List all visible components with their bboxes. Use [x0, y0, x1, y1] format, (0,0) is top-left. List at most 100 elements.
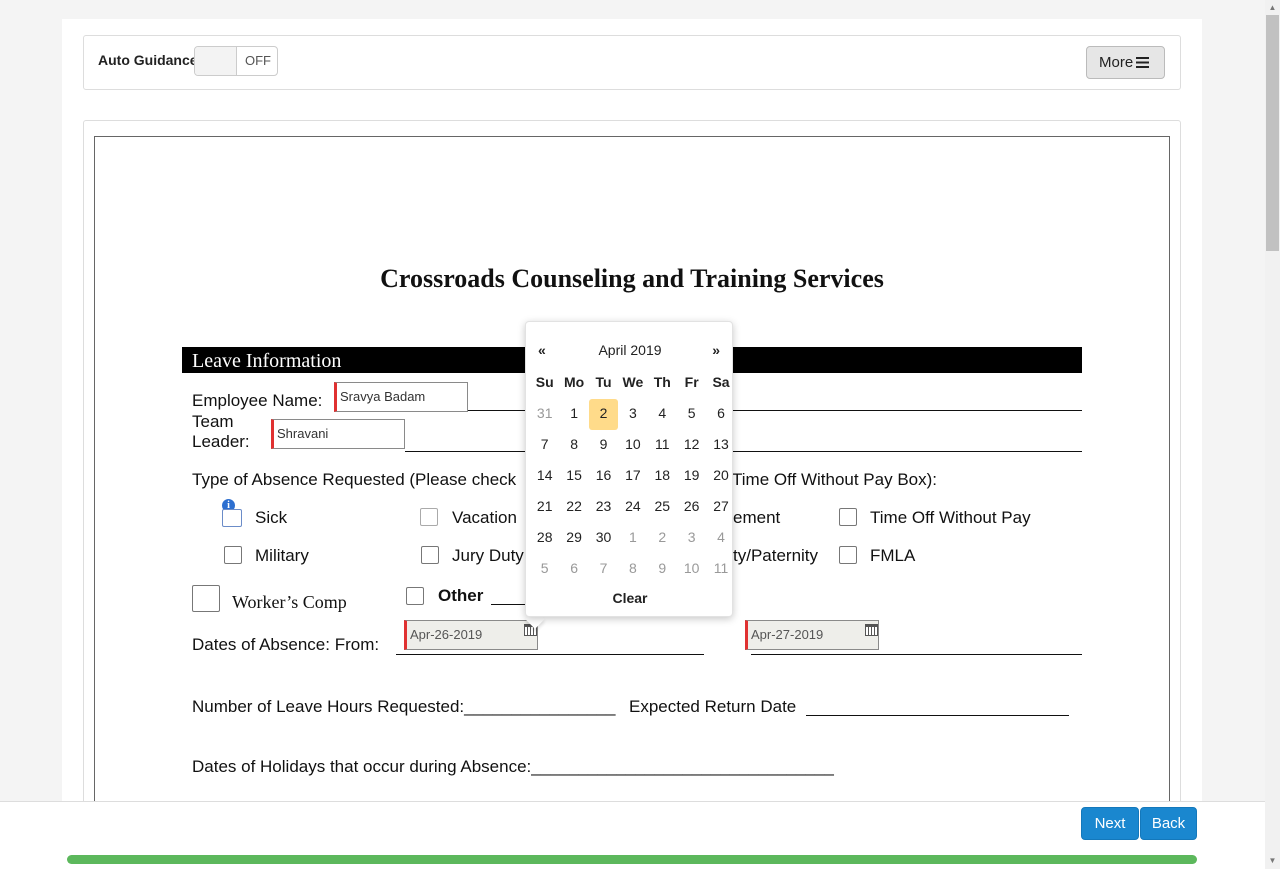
document-title: Crossroads Counseling and Training Servi…: [380, 264, 884, 293]
time-off-without-pay-label: Time Off Without Pay: [870, 508, 1031, 527]
sick-label: Sick: [255, 508, 288, 527]
date-to-line: [751, 654, 1082, 655]
date-from-line: [396, 654, 704, 655]
military-checkbox[interactable]: [224, 546, 242, 564]
datepicker-day[interactable]: 21: [530, 492, 559, 523]
datepicker-weekday-row: Su Mo Tu We Th Fr Sa: [530, 368, 736, 399]
scroll-down-arrow[interactable]: ▼: [1266, 854, 1279, 867]
datepicker-day[interactable]: 25: [648, 492, 677, 523]
team-leader-label-line2: Leader:: [192, 432, 250, 451]
team-leader-line: [405, 451, 1082, 452]
datepicker-week-row: 5 6 7 8 9 10 11: [530, 554, 736, 585]
weekday-header: Mo: [563, 374, 585, 390]
datepicker-day[interactable]: 9: [648, 554, 677, 585]
other-line: [491, 604, 527, 605]
weekday-header: We: [622, 374, 644, 390]
datepicker-clear-button[interactable]: Clear: [526, 590, 734, 606]
datepicker-day[interactable]: 9: [589, 430, 618, 461]
datepicker-day[interactable]: 5: [530, 554, 559, 585]
fmla-label: FMLA: [870, 546, 916, 565]
datepicker-day[interactable]: 6: [706, 399, 735, 430]
other-checkbox[interactable]: [406, 587, 424, 605]
datepicker-month-title[interactable]: April 2019: [598, 342, 661, 358]
datepicker-day[interactable]: 17: [618, 461, 647, 492]
datepicker-day[interactable]: 11: [648, 430, 677, 461]
employee-name-field[interactable]: Sravya Badam: [334, 382, 468, 412]
datepicker-day[interactable]: 2: [648, 523, 677, 554]
datepicker-day[interactable]: 8: [559, 430, 588, 461]
datepicker-day[interactable]: 4: [706, 523, 735, 554]
vacation-checkbox[interactable]: [420, 508, 438, 526]
datepicker-day[interactable]: 12: [677, 430, 706, 461]
leave-hours-label: Number of Leave Hours Requested:________…: [192, 697, 616, 716]
team-leader-field[interactable]: Shravani: [271, 419, 405, 449]
datepicker-day[interactable]: 15: [559, 461, 588, 492]
datepicker-next-button[interactable]: »: [712, 342, 720, 358]
absence-type-label-continued: Time Off Without Pay Box):: [732, 470, 938, 489]
datepicker-week-row: 31 1 2 3 4 5 6: [530, 399, 736, 430]
datepicker-week-row: 7 8 9 10 11 12 13: [530, 430, 736, 461]
datepicker-day[interactable]: 30: [589, 523, 618, 554]
datepicker-day[interactable]: 8: [618, 554, 647, 585]
fmla-checkbox[interactable]: [839, 546, 857, 564]
datepicker-day[interactable]: 5: [677, 399, 706, 430]
more-button[interactable]: More: [1086, 46, 1165, 79]
jury-duty-checkbox[interactable]: [421, 546, 439, 564]
datepicker-day[interactable]: 22: [559, 492, 588, 523]
datepicker-day[interactable]: 7: [589, 554, 618, 585]
expected-return-line: [806, 715, 1069, 716]
datepicker-day[interactable]: 29: [559, 523, 588, 554]
time-off-without-pay-checkbox[interactable]: [839, 508, 857, 526]
scroll-up-arrow[interactable]: ▲: [1266, 1, 1279, 14]
team-leader-label-line1: Team: [192, 412, 234, 431]
progress-bar: [67, 855, 1197, 864]
datepicker-day[interactable]: 7: [530, 430, 559, 461]
datepicker-day[interactable]: 3: [618, 399, 647, 430]
datepicker-day[interactable]: 20: [706, 461, 735, 492]
datepicker-day[interactable]: 2: [588, 399, 619, 430]
workers-comp-checkbox[interactable]: [192, 585, 220, 612]
vacation-label: Vacation: [452, 508, 517, 527]
menu-bars-icon: [1136, 57, 1150, 68]
back-button[interactable]: Back: [1140, 807, 1197, 840]
datepicker-day[interactable]: 11: [706, 554, 735, 585]
sick-checkbox[interactable]: [222, 509, 242, 527]
datepicker-day[interactable]: 18: [648, 461, 677, 492]
datepicker-day[interactable]: 24: [618, 492, 647, 523]
auto-guidance-toggle[interactable]: OFF: [194, 46, 278, 76]
bereavement-label: ement: [733, 508, 781, 527]
datepicker-day[interactable]: 19: [677, 461, 706, 492]
workers-comp-label: Worker’s Comp: [232, 592, 347, 612]
datepicker-day[interactable]: 28: [530, 523, 559, 554]
datepicker-day[interactable]: 27: [706, 492, 735, 523]
dates-of-absence-label: Dates of Absence: From:: [192, 635, 380, 654]
datepicker-day[interactable]: 23: [589, 492, 618, 523]
datepicker-week-row: 14 15 16 17 18 19 20: [530, 461, 736, 492]
datepicker-title-wrap: April 2019: [526, 342, 734, 358]
datepicker-day[interactable]: 26: [677, 492, 706, 523]
datepicker-prev-button[interactable]: «: [538, 342, 546, 358]
datepicker-day[interactable]: 13: [706, 430, 735, 461]
maternity-paternity-label: ty/Paternity: [733, 546, 819, 565]
datepicker-day[interactable]: 14: [530, 461, 559, 492]
weekday-header: Th: [653, 374, 671, 390]
date-from-field[interactable]: Apr-26-2019: [404, 620, 538, 650]
datepicker-day[interactable]: 31: [530, 399, 559, 430]
datepicker-day[interactable]: 1: [559, 399, 588, 430]
datepicker-day[interactable]: 4: [648, 399, 677, 430]
employee-name-label: Employee Name:: [192, 391, 323, 410]
calendar-icon[interactable]: [865, 624, 878, 636]
datepicker-day[interactable]: 10: [618, 430, 647, 461]
scrollbar-thumb[interactable]: [1266, 15, 1279, 251]
datepicker-day[interactable]: 3: [677, 523, 706, 554]
datepicker-day[interactable]: 16: [589, 461, 618, 492]
datepicker-day[interactable]: 6: [559, 554, 588, 585]
datepicker-day[interactable]: 1: [618, 523, 647, 554]
next-button[interactable]: Next: [1081, 807, 1139, 840]
datepicker-week-row: 21 22 23 24 25 26 27: [530, 492, 736, 523]
date-to-field[interactable]: Apr-27-2019: [745, 620, 879, 650]
datepicker-week-row: 28 29 30 1 2 3 4: [530, 523, 736, 554]
more-label: More: [1099, 54, 1134, 71]
datepicker-day[interactable]: 10: [677, 554, 706, 585]
datepicker: « April 2019 » Su Mo Tu We Th Fr Sa 31 1 2 3 4 5 6 7 8 9…: [525, 321, 733, 617]
